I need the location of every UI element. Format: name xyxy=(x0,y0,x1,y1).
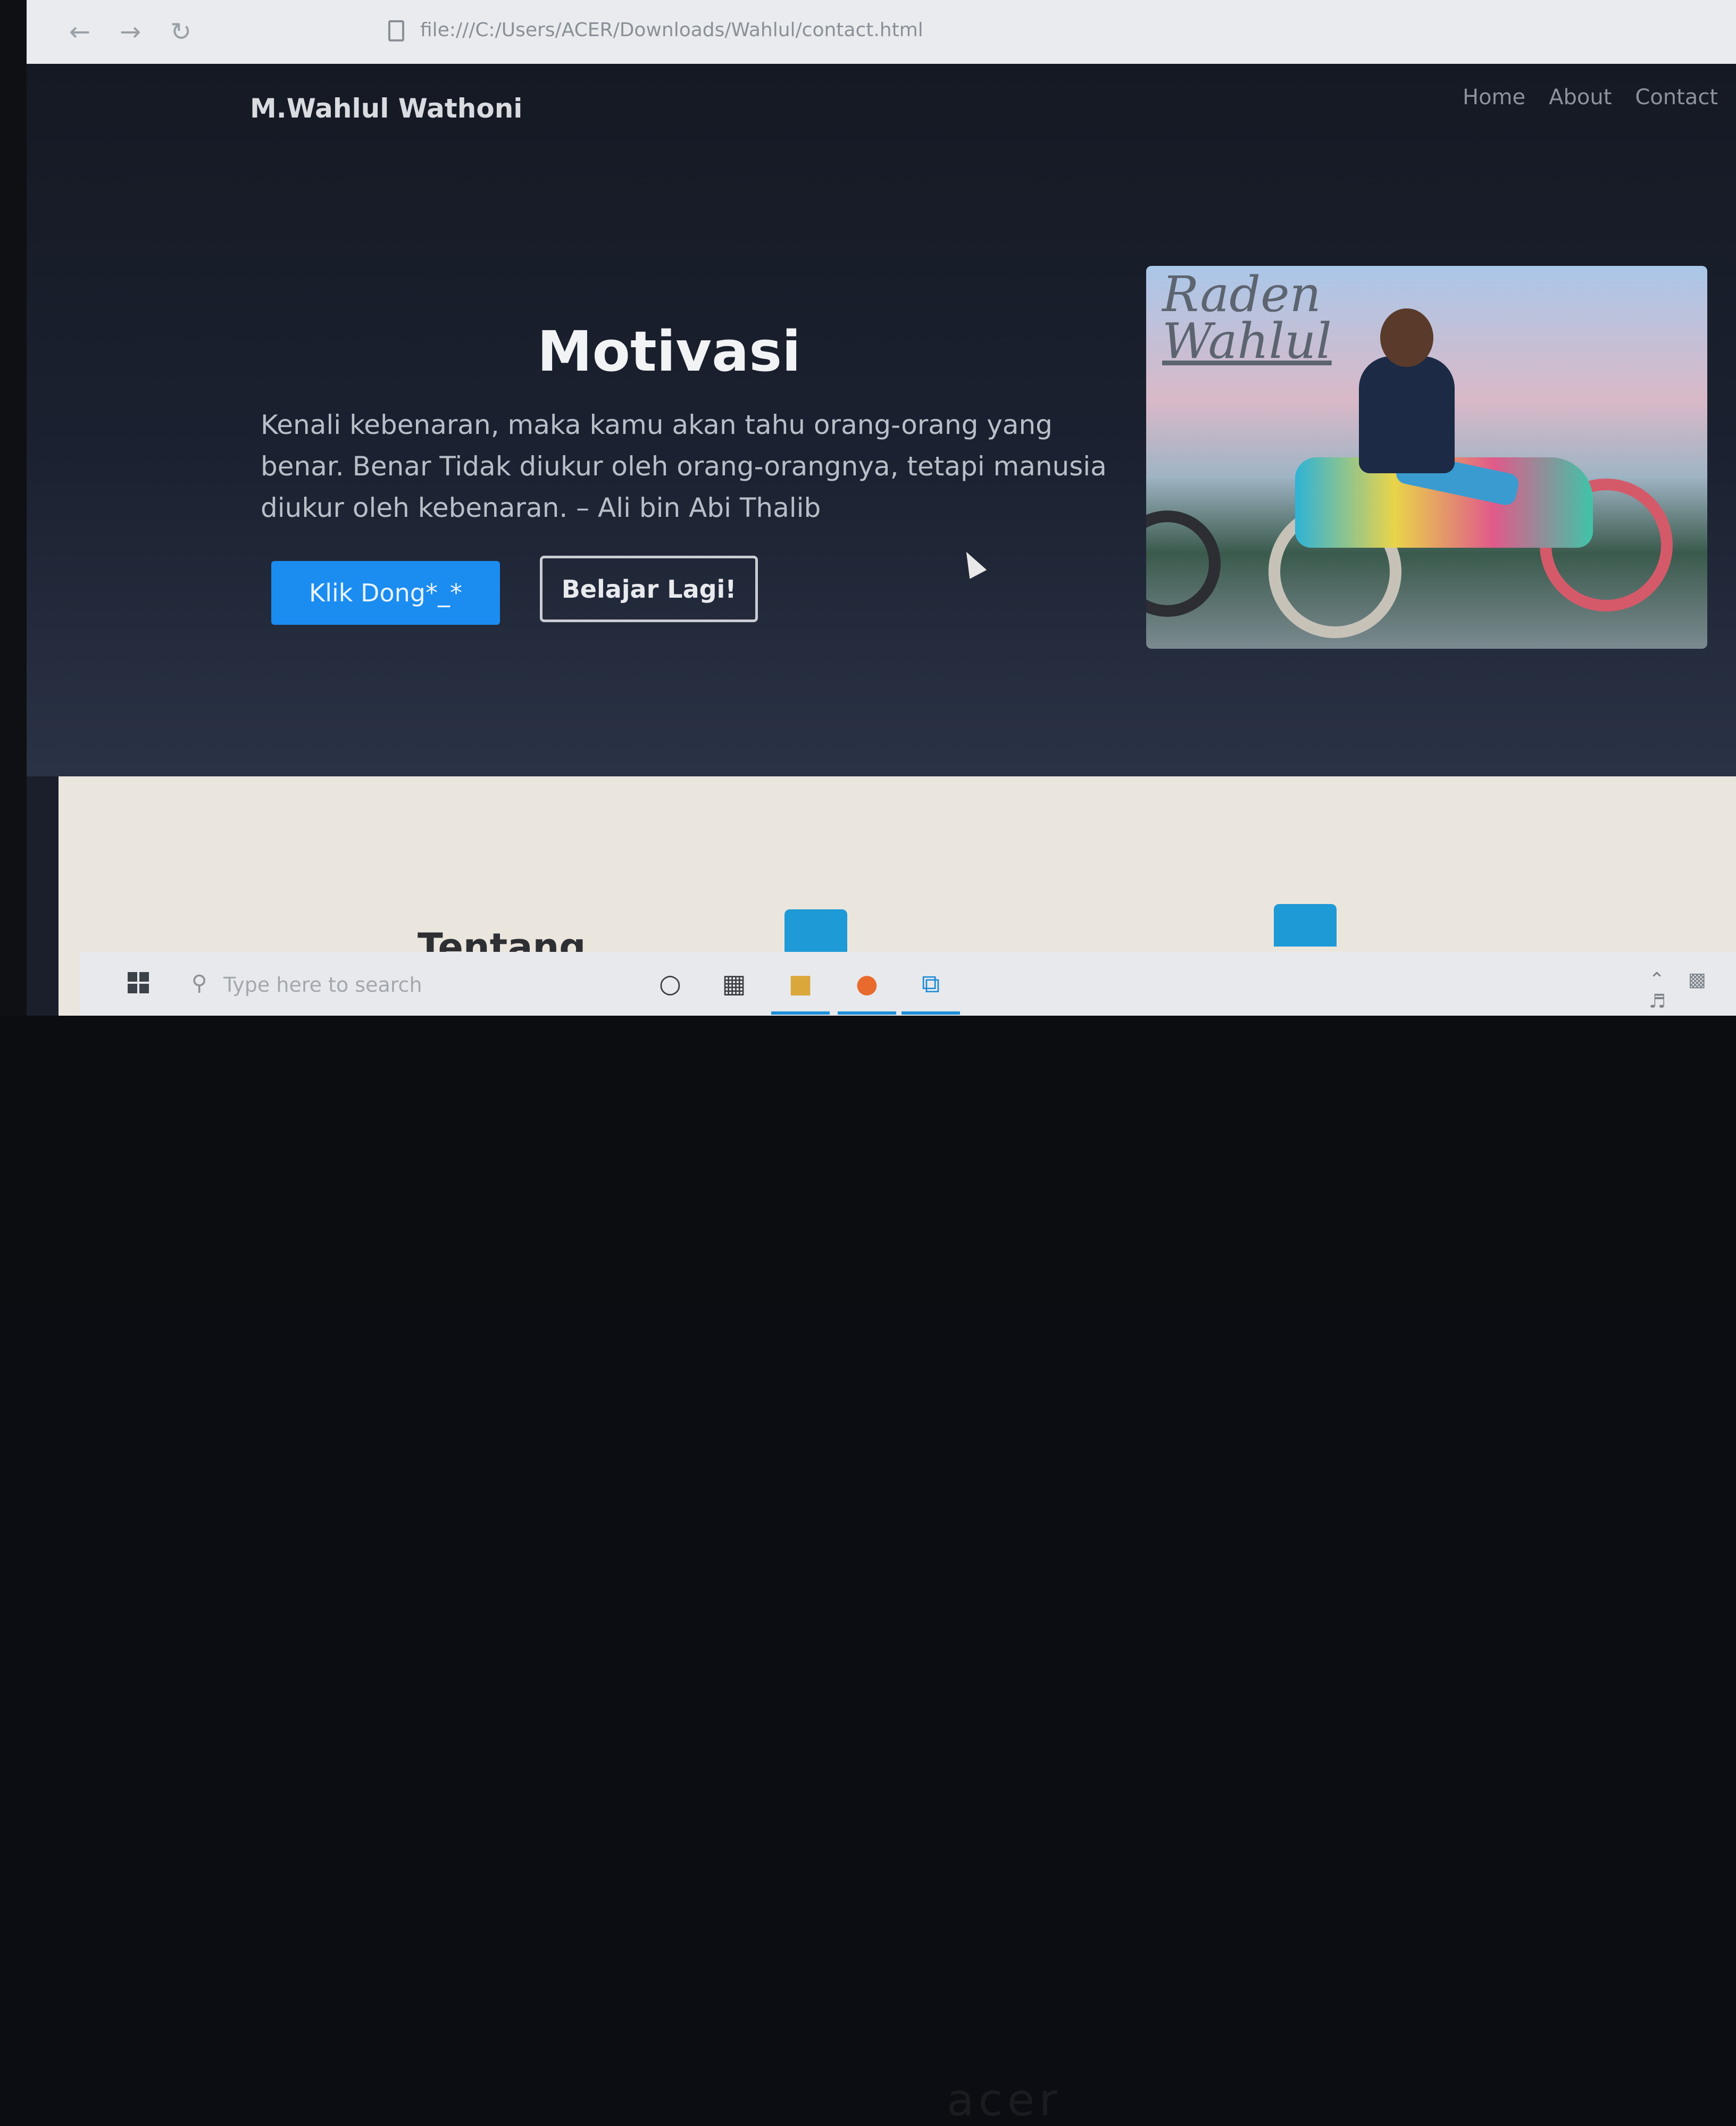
arrow-right-icon[interactable]: → xyxy=(114,16,146,48)
hero-title: Motivasi xyxy=(537,319,801,384)
photo-caption: Raden Wahlul xyxy=(1162,266,1332,370)
search-placeholder: Type here to search xyxy=(223,973,422,997)
file-explorer-icon[interactable]: ■ xyxy=(779,962,822,1005)
windows-taskbar: ⚲ Type here to search ○ ▦ ■ ● ⧉ ⌃ ▩ ♬ xyxy=(80,952,1736,1016)
active-indicator xyxy=(771,1011,830,1015)
klik-dong-button[interactable]: Klik Dong*_* xyxy=(271,561,500,625)
reload-icon[interactable]: ↻ xyxy=(165,16,197,48)
system-tray[interactable]: ⌃ ▩ ♬ xyxy=(1649,969,1736,1012)
rider-head xyxy=(1380,308,1433,367)
belajar-lagi-button[interactable]: Belajar Lagi! xyxy=(540,556,758,622)
rider-torso xyxy=(1359,356,1455,473)
top-nav: Home About Contact xyxy=(1463,85,1718,110)
photo-caption-line2: Wahlul xyxy=(1162,313,1332,370)
vscode-icon[interactable]: ⧉ xyxy=(909,962,952,1005)
screen: ← → ↻ file:///C:/Users/ACER/Downloads/Wa… xyxy=(27,0,1736,1016)
card-icon-2 xyxy=(1274,904,1337,947)
url-text[interactable]: file:///C:/Users/ACER/Downloads/Wahlul/c… xyxy=(420,19,923,41)
windows-start-icon[interactable] xyxy=(128,972,149,993)
nav-about[interactable]: About xyxy=(1549,85,1612,110)
nav-home[interactable]: Home xyxy=(1463,85,1525,110)
cortana-icon[interactable]: ○ xyxy=(649,962,691,1005)
firefox-icon[interactable]: ● xyxy=(846,962,888,1005)
site-brand[interactable]: M.Wahlul Wathoni xyxy=(250,93,522,124)
active-indicator xyxy=(902,1011,960,1015)
web-page: M.Wahlul Wathoni Home About Contact Moti… xyxy=(27,64,1736,1016)
active-indicator xyxy=(838,1011,896,1015)
nav-contact[interactable]: Contact xyxy=(1635,85,1718,110)
wheel-left xyxy=(1146,510,1221,617)
mouse-cursor-icon xyxy=(957,547,987,579)
photo-caption-line1: Raden xyxy=(1162,266,1321,323)
browser-toolbar: ← → ↻ file:///C:/Users/ACER/Downloads/Wa… xyxy=(27,0,1736,64)
search-icon: ⚲ xyxy=(191,971,207,995)
task-view-icon[interactable]: ▦ xyxy=(713,962,755,1005)
taskbar-search[interactable]: ⚲ Type here to search xyxy=(186,961,686,1006)
card-icon-1 xyxy=(784,909,847,952)
arrow-left-icon[interactable]: ← xyxy=(64,16,96,48)
hero-photo: Raden Wahlul xyxy=(1146,266,1707,649)
hero-section: M.Wahlul Wathoni Home About Contact Moti… xyxy=(27,64,1736,776)
address-bar[interactable]: file:///C:/Users/ACER/Downloads/Wahlul/c… xyxy=(356,11,1580,53)
hero-quote: Kenali kebenaran, maka kamu akan tahu or… xyxy=(261,409,1107,523)
laptop-chin: acer xyxy=(0,1016,1736,2126)
acer-logo: acer xyxy=(947,2074,1062,2126)
page-icon xyxy=(388,20,404,41)
